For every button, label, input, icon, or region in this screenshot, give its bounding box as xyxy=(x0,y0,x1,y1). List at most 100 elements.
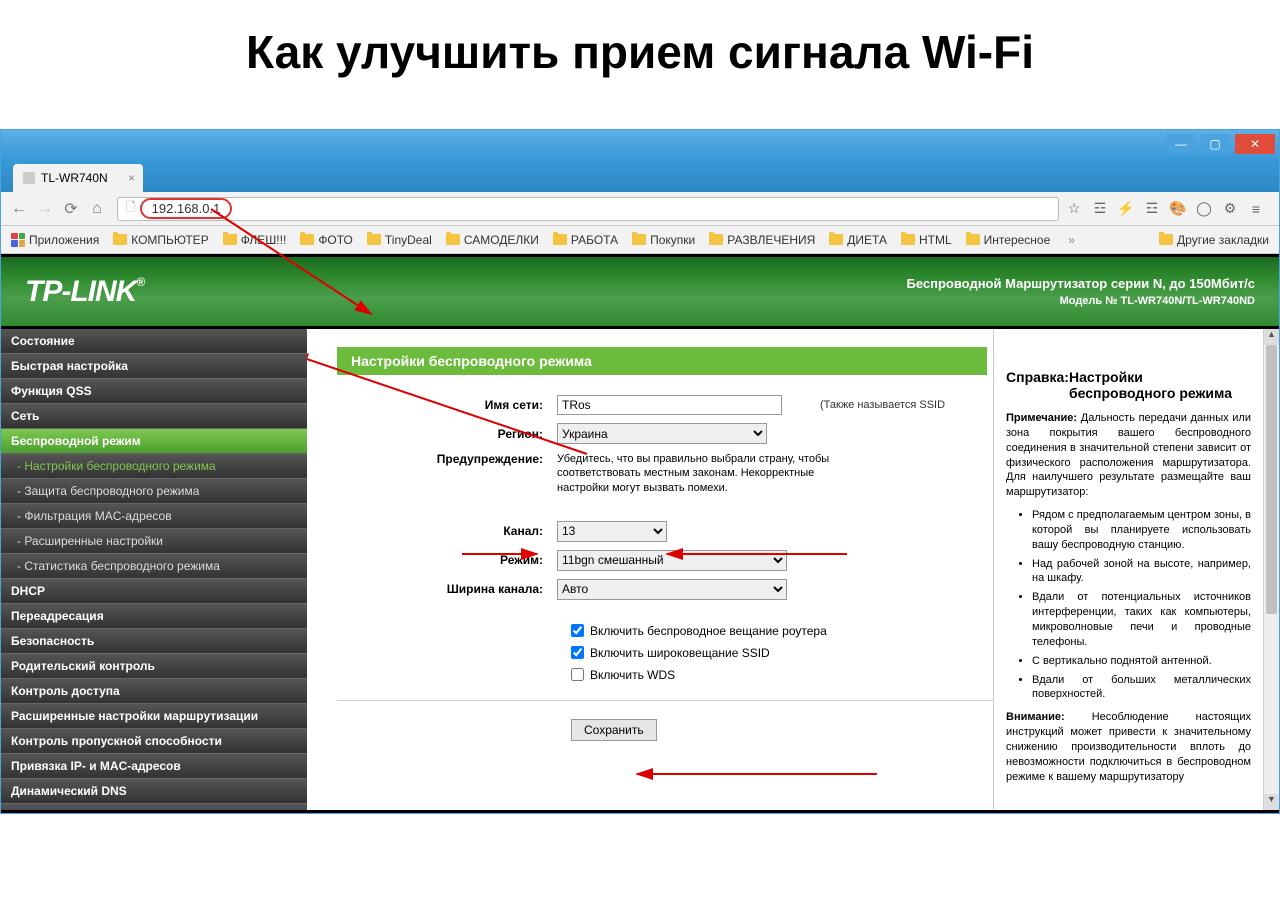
bookmark-folder[interactable]: РАБОТА xyxy=(553,233,618,247)
region-select[interactable]: Украина xyxy=(557,423,767,444)
address-bar: ← → ⟳ ⌂ 🗋 192.168.0.1 ☆ ☲ ⚡ ☲ 🎨 ◯ ⚙ ≡ xyxy=(1,192,1279,226)
ssid-input[interactable] xyxy=(557,395,782,415)
channel-label: Канал: xyxy=(337,524,557,538)
circle-icon[interactable]: ◯ xyxy=(1195,200,1213,218)
minimize-button[interactable]: — xyxy=(1167,134,1195,154)
sidebar-item[interactable]: Безопасность xyxy=(1,629,307,654)
sidebar-item[interactable]: DHCP xyxy=(1,579,307,604)
warning-label: Предупреждение: xyxy=(337,452,557,466)
width-label: Ширина канала: xyxy=(337,582,557,596)
cb3-label: Включить WDS xyxy=(590,668,675,682)
width-select[interactable]: Авто xyxy=(557,579,787,600)
close-tab-icon[interactable]: × xyxy=(128,171,135,185)
ext1-icon[interactable]: ☲ xyxy=(1091,200,1109,218)
gear-icon[interactable]: ⚙ xyxy=(1221,200,1239,218)
other-bookmarks[interactable]: Другие закладки xyxy=(1159,233,1269,247)
sidebar-item[interactable]: Контроль доступа xyxy=(1,679,307,704)
help-panel: Справка: Настройки беспроводного режима … xyxy=(993,329,1263,810)
sidebar-item[interactable]: Беспроводной режим xyxy=(1,429,307,454)
menu-icon[interactable]: ≡ xyxy=(1247,200,1265,218)
sidebar-item[interactable]: Расширенные настройки маршрутизации xyxy=(1,704,307,729)
sidebar-item[interactable]: Контроль пропускной способности xyxy=(1,729,307,754)
home-icon[interactable]: ⌂ xyxy=(87,200,107,218)
maximize-button[interactable]: ▢ xyxy=(1201,134,1229,154)
channel-select[interactable]: 13 xyxy=(557,521,667,542)
bookmark-folder[interactable]: КОМПЬЮТЕР xyxy=(113,233,208,247)
scroll-up-icon[interactable]: ▲ xyxy=(1264,329,1279,345)
palette-icon[interactable]: 🎨 xyxy=(1169,200,1187,218)
overflow-icon[interactable]: » xyxy=(1068,233,1075,247)
bookmark-folder[interactable]: ФЛЕШ!!! xyxy=(223,233,287,247)
folder-icon xyxy=(113,234,127,245)
reload-icon[interactable]: ⟳ xyxy=(61,199,81,219)
sidebar-item[interactable]: Динамический DNS xyxy=(1,779,307,804)
browser-window: — ▢ ✕ TL-WR740N × ← → ⟳ ⌂ 🗋 192.168.0.1 … xyxy=(0,129,1280,814)
enable-wds-checkbox[interactable] xyxy=(571,668,584,681)
sidebar-item[interactable]: Родительский контроль xyxy=(1,654,307,679)
folder-icon xyxy=(1159,234,1173,245)
help-bullet: Над рабочей зоной на высоте, например, н… xyxy=(1032,557,1251,587)
folder-icon xyxy=(367,234,381,245)
sidebar-item[interactable]: Функция QSS xyxy=(1,379,307,404)
note-text: Дальность передачи данных или зона покры… xyxy=(1006,412,1251,498)
url-text: 192.168.0.1 xyxy=(140,198,233,219)
annotation-arrow xyxy=(627,759,887,789)
bookmark-folder[interactable]: САМОДЕЛКИ xyxy=(446,233,539,247)
url-input[interactable]: 🗋 192.168.0.1 xyxy=(117,197,1059,221)
sidebar-item[interactable]: Привязка IP- и MAC-адресов xyxy=(1,754,307,779)
forward-icon[interactable]: → xyxy=(35,200,55,218)
ext2-icon[interactable]: ☲ xyxy=(1143,200,1161,218)
bookmark-folder[interactable]: Покупки xyxy=(632,233,695,247)
help-bullet: Вдали от потенциальных источников интерф… xyxy=(1032,590,1251,649)
sidebar-item[interactable]: - Расширенные настройки xyxy=(1,529,307,554)
help-warning-label: Внимание: xyxy=(1006,711,1065,723)
sidebar-item[interactable]: Состояние xyxy=(1,329,307,354)
bookmark-folder[interactable]: HTML xyxy=(901,233,952,247)
cb1-label: Включить беспроводное вещание роутера xyxy=(590,624,827,638)
warning-text: Убедитесь, что вы правильно выбрали стра… xyxy=(557,452,857,495)
router-header: TP-LINK® Беспроводной Маршрутизатор сери… xyxy=(1,254,1279,326)
browser-tab[interactable]: TL-WR740N × xyxy=(13,164,143,192)
apps-button[interactable]: Приложения xyxy=(11,233,99,247)
bookmark-folder[interactable]: РАЗВЛЕЧЕНИЯ xyxy=(709,233,815,247)
scroll-down-icon[interactable]: ▼ xyxy=(1264,794,1279,810)
sidebar-item[interactable]: - Фильтрация MAC-адресов xyxy=(1,504,307,529)
sidebar: СостояниеБыстрая настройкаФункция QSSСет… xyxy=(1,329,307,810)
main-panel: Настройки беспроводного режима Имя сети:… xyxy=(307,329,993,810)
ssid-note: (Также называется SSID xyxy=(820,399,945,411)
folder-icon xyxy=(223,234,237,245)
back-icon[interactable]: ← xyxy=(9,200,29,218)
enable-wireless-checkbox[interactable] xyxy=(571,624,584,637)
bookmark-folder[interactable]: ФОТО xyxy=(300,233,353,247)
apps-icon xyxy=(11,233,25,247)
close-button[interactable]: ✕ xyxy=(1235,134,1275,154)
bookmark-folder[interactable]: TinyDeal xyxy=(367,233,432,247)
bolt-icon[interactable]: ⚡ xyxy=(1117,200,1135,218)
region-label: Регион: xyxy=(337,427,557,441)
scroll-thumb[interactable] xyxy=(1266,345,1277,614)
bookmark-folder[interactable]: ДИЕТА xyxy=(829,233,887,247)
page-icon: 🗋 xyxy=(126,198,136,219)
tab-title: TL-WR740N xyxy=(41,171,108,185)
sidebar-item[interactable]: Переадресация xyxy=(1,604,307,629)
save-button[interactable]: Сохранить xyxy=(571,719,657,741)
sidebar-item[interactable]: Быстрая настройка xyxy=(1,354,307,379)
tab-bar: TL-WR740N × xyxy=(1,158,1279,192)
sidebar-item[interactable]: Системные инструменты xyxy=(1,804,307,810)
star-icon[interactable]: ☆ xyxy=(1065,200,1083,218)
bookmark-folder[interactable]: Интересное xyxy=(966,233,1051,247)
sidebar-item[interactable]: - Защита беспроводного режима xyxy=(1,479,307,504)
folder-icon xyxy=(966,234,980,245)
mode-select[interactable]: 11bgn смешанный xyxy=(557,550,787,571)
sidebar-item[interactable]: - Статистика беспроводного режима xyxy=(1,554,307,579)
product-title: Беспроводной Маршрутизатор серии N, до 1… xyxy=(907,274,1256,294)
enable-ssid-checkbox[interactable] xyxy=(571,646,584,659)
help-bullets: Рядом с предполагаемым центром зоны, в к… xyxy=(1006,508,1251,702)
ssid-label: Имя сети: xyxy=(337,398,557,412)
window-controls: — ▢ ✕ xyxy=(1,130,1279,158)
scrollbar[interactable]: ▲ ▼ xyxy=(1263,329,1279,810)
page-title: Как улучшить прием сигнала Wi-Fi xyxy=(0,25,1280,79)
sidebar-item[interactable]: Сеть xyxy=(1,404,307,429)
folder-icon xyxy=(300,234,314,245)
sidebar-item[interactable]: - Настройки беспроводного режима xyxy=(1,454,307,479)
